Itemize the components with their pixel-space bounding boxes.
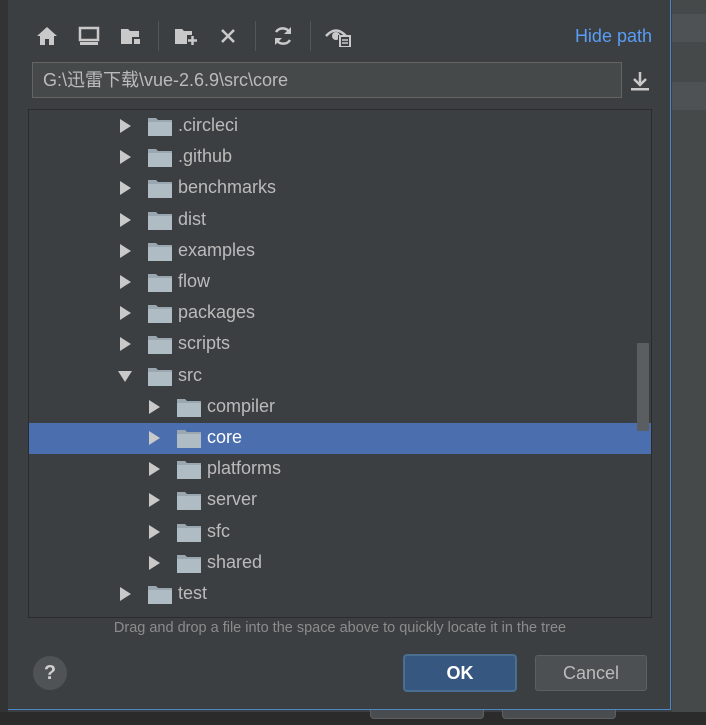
ok-button[interactable]: OK (404, 655, 516, 691)
tree-row[interactable]: flow (29, 267, 651, 298)
tree-item-label: benchmarks (178, 177, 277, 198)
background-window-row (672, 14, 706, 42)
tree-item-label: scripts (178, 333, 231, 354)
tree-row[interactable]: shared (29, 548, 651, 579)
folder-icon (148, 335, 172, 359)
tree-item-label: src (178, 364, 202, 385)
file-chooser-toolbar (32, 18, 365, 54)
tree-row[interactable]: core (29, 423, 651, 454)
folder-icon (148, 585, 172, 609)
delete-button[interactable] (213, 21, 243, 51)
new-folder-icon (175, 29, 198, 46)
drag-drop-hint: Drag and drop a file into the space abov… (113, 620, 567, 636)
folder-icon (148, 242, 172, 266)
expand-arrow-icon[interactable] (118, 119, 132, 133)
refresh-icon (274, 27, 292, 45)
hide-path-link[interactable]: Hide path (575, 26, 652, 47)
expand-arrow-icon[interactable] (147, 431, 161, 445)
tree-item-label: server (207, 489, 258, 510)
background-window-row (672, 82, 706, 110)
cancel-button[interactable]: Cancel (535, 655, 647, 691)
toolbar-separator (255, 21, 256, 51)
tree-item-label: compiler (207, 395, 276, 416)
folder-icon (177, 554, 201, 578)
expand-arrow-icon[interactable] (118, 275, 132, 289)
toolbar-separator (310, 21, 311, 51)
home-button[interactable] (32, 21, 62, 51)
tree-row[interactable]: benchmarks (29, 173, 651, 204)
tree-row[interactable]: packages (29, 298, 651, 329)
tree-item-label: .circleci (178, 115, 239, 135)
expand-arrow-icon[interactable] (118, 306, 132, 321)
tree-row[interactable]: dist (29, 205, 651, 236)
project-directory-button[interactable] (116, 21, 146, 51)
expand-arrow-icon[interactable] (147, 462, 161, 477)
choose-directory-dialog: Hide path G:\迅雷下载\vue-2.6.9\src\core tes… (8, 0, 671, 710)
refresh-button[interactable] (268, 21, 298, 51)
folder-icon (148, 304, 172, 328)
tree-item-label: examples (178, 239, 256, 260)
desktop-icon (78, 26, 100, 45)
help-button[interactable]: ? (33, 656, 67, 690)
expand-arrow-icon[interactable] (118, 181, 132, 196)
expand-arrow-icon[interactable] (147, 555, 161, 570)
tree-row[interactable]: platforms (29, 454, 651, 485)
folder-icon (148, 148, 172, 172)
expand-arrow-icon[interactable] (118, 587, 132, 601)
tree-item-label: flow (178, 271, 211, 291)
folder-icon (177, 398, 201, 422)
tree-item-label: sfc (207, 520, 231, 541)
folder-icon (177, 460, 201, 484)
expand-arrow-icon[interactable] (118, 243, 132, 258)
collapse-arrow-icon[interactable] (118, 369, 132, 383)
tree-row[interactable]: sfc (29, 517, 651, 548)
folder-icon (177, 523, 201, 547)
tree-item-label: shared (207, 551, 263, 572)
folder-icon (148, 367, 172, 391)
tree-item-label: .github (178, 146, 233, 167)
scrollbar-thumb[interactable] (637, 343, 649, 431)
expand-arrow-icon[interactable] (147, 524, 161, 539)
folder-icon (148, 117, 172, 141)
toolbar-separator (158, 21, 159, 51)
tree-row[interactable]: server (29, 485, 651, 516)
new-folder-button[interactable] (171, 21, 201, 51)
tree-item-label: test (178, 583, 208, 603)
background-window-edge (0, 0, 8, 725)
home-icon (37, 27, 57, 45)
tree-row[interactable]: test (29, 579, 651, 610)
tree-row[interactable]: scripts (29, 329, 651, 360)
show-hidden-icon (325, 29, 351, 47)
delete-icon (221, 29, 235, 43)
tree-item-label: packages (178, 302, 256, 323)
folder-icon (148, 273, 172, 297)
project-folder-icon (121, 29, 141, 45)
expand-arrow-icon[interactable] (118, 212, 132, 227)
tree-item-label: platforms (207, 458, 282, 479)
desktop-button[interactable] (74, 21, 104, 51)
tree-row[interactable]: .circleci (29, 111, 651, 142)
tree-row[interactable]: src (29, 361, 651, 392)
download-path-button[interactable] (625, 66, 655, 96)
folder-icon (148, 211, 172, 235)
tree-row[interactable]: compiler (29, 392, 651, 423)
folder-icon (177, 491, 201, 515)
download-icon (631, 72, 649, 91)
expand-arrow-icon[interactable] (118, 337, 132, 352)
folder-icon (148, 179, 172, 203)
directory-tree[interactable]: test shared sfc server platforms core compiler… (28, 109, 652, 618)
tree-row[interactable]: examples (29, 236, 651, 267)
show-hidden-files-button[interactable] (323, 21, 353, 51)
tree-item-label: dist (178, 208, 207, 229)
folder-icon (177, 429, 201, 453)
expand-arrow-icon[interactable] (147, 399, 161, 414)
expand-arrow-icon[interactable] (118, 150, 132, 165)
expand-arrow-icon[interactable] (147, 493, 161, 508)
tree-row[interactable]: .github (29, 142, 651, 173)
path-field[interactable]: G:\迅雷下载\vue-2.6.9\src\core (32, 62, 622, 98)
tree-item-label: core (207, 427, 243, 447)
